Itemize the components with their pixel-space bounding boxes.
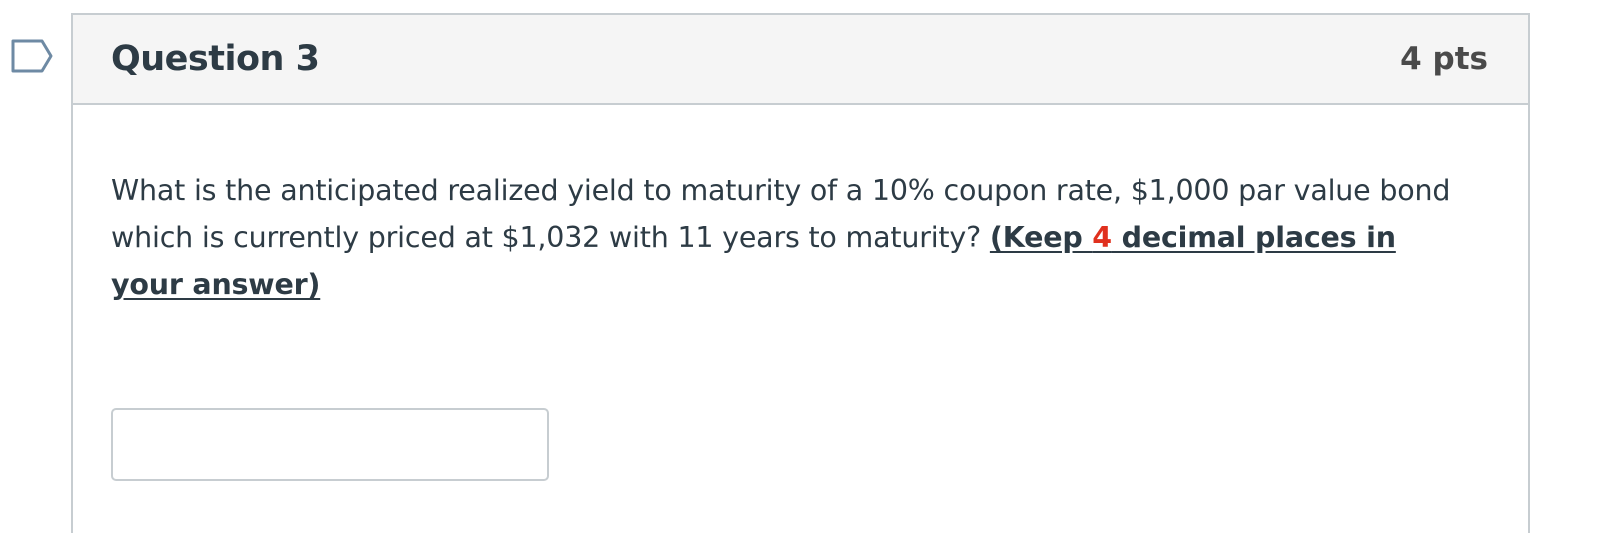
instruction-open: (Keep	[989, 221, 1093, 254]
question-points: 4 pts	[1400, 41, 1488, 77]
question-title: Question 3	[111, 39, 320, 79]
answer-input[interactable]	[111, 408, 549, 481]
instruction-decimal-count: 4	[1092, 221, 1112, 254]
question-body: What is the anticipated realized yield t…	[73, 105, 1528, 481]
question-text: What is the anticipated realized yield t…	[111, 167, 1451, 308]
question-card: Question 3 4 pts What is the anticipated…	[71, 13, 1530, 533]
question-header: Question 3 4 pts	[73, 15, 1528, 105]
question-flag-icon[interactable]	[10, 38, 54, 74]
